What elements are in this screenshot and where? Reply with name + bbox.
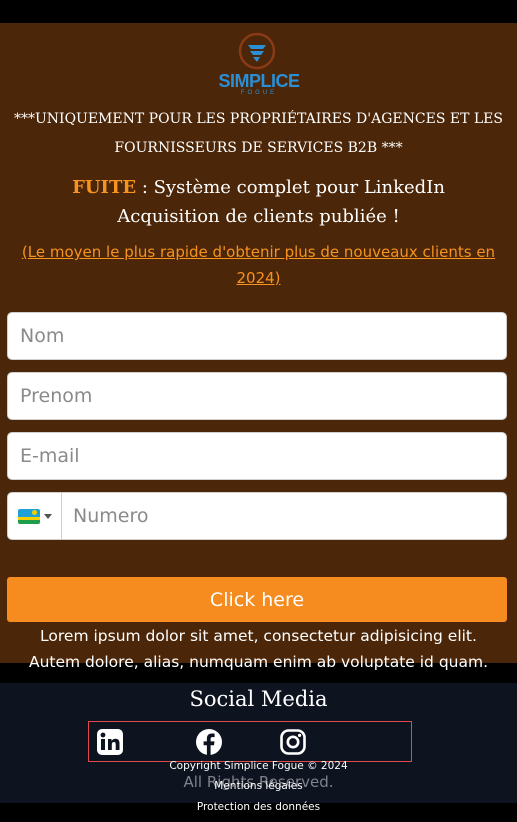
prenom-input[interactable]	[8, 373, 506, 419]
social-icons-row	[88, 721, 412, 762]
social-media-title: Social Media	[189, 687, 328, 711]
logo-wordmark: SIMPLICE	[218, 71, 300, 91]
protection-donnees-link[interactable]: Protection des données	[0, 801, 517, 813]
chevron-down-icon	[43, 513, 52, 519]
headline-line-1: FUITE : Système complet pour LinkedIn	[10, 173, 507, 202]
facebook-icon[interactable]	[195, 728, 223, 756]
headline-accent: FUITE	[72, 177, 137, 198]
bottom-bar: Protection des données	[0, 801, 517, 822]
nom-input[interactable]	[8, 313, 506, 359]
email-input[interactable]	[8, 433, 506, 479]
mentions-legales-link[interactable]: Mentions légales	[0, 780, 517, 792]
subheadline-line-2: 2024)	[236, 269, 281, 287]
subheadline-line-1: (Le moyen le plus rapide d'obtenir plus …	[21, 243, 496, 261]
rwanda-flag-icon	[17, 508, 40, 524]
logo-mark-icon	[238, 32, 276, 70]
disclaimer-line-2: FOURNISSEURS DE SERVICES B2B ***	[114, 140, 403, 156]
audience-disclaimer: ***UNIQUEMENT POUR LES PROPRIÉTAIRES D'A…	[10, 105, 507, 163]
headline-line-2: Acquisition de clients publiée !	[117, 206, 400, 227]
email-field[interactable]	[7, 432, 507, 480]
headline-line-1-text: : Système complet pour LinkedIn	[136, 177, 445, 198]
copyright-text: Copyright Simplice Fogue © 2024	[169, 760, 348, 772]
hero-section: SIMPLICE FOGUE ***UNIQUEMENT POUR LES PR…	[0, 23, 517, 671]
lorem-text: Lorem ipsum dolor sit amet, consectetur …	[10, 623, 507, 675]
brand-logo: SIMPLICE FOGUE	[217, 31, 301, 97]
submit-button[interactable]: Click here	[7, 577, 507, 622]
headline: FUITE : Système complet pour LinkedIn Ac…	[10, 173, 507, 231]
lorem-line-2: Autem dolore, alias, numquam enim ab vol…	[28, 653, 489, 671]
logo-subtext: FOGUE	[240, 90, 278, 96]
prenom-field[interactable]	[7, 372, 507, 420]
country-selector[interactable]	[8, 493, 62, 539]
disclaimer-line-1: ***UNIQUEMENT POUR LES PROPRIÉTAIRES D'A…	[13, 111, 503, 127]
instagram-icon[interactable]	[279, 728, 307, 756]
nom-field[interactable]	[7, 312, 507, 360]
footer: Social Media All Rights Reserved. Copyri…	[0, 683, 517, 803]
phone-field[interactable]	[7, 492, 507, 540]
top-bar	[0, 0, 517, 23]
linkedin-icon[interactable]	[96, 728, 124, 756]
numero-input[interactable]	[61, 493, 506, 539]
subheadline-link[interactable]: (Le moyen le plus rapide d'obtenir plus …	[6, 239, 511, 291]
lorem-line-1: Lorem ipsum dolor sit amet, consectetur …	[40, 627, 477, 645]
